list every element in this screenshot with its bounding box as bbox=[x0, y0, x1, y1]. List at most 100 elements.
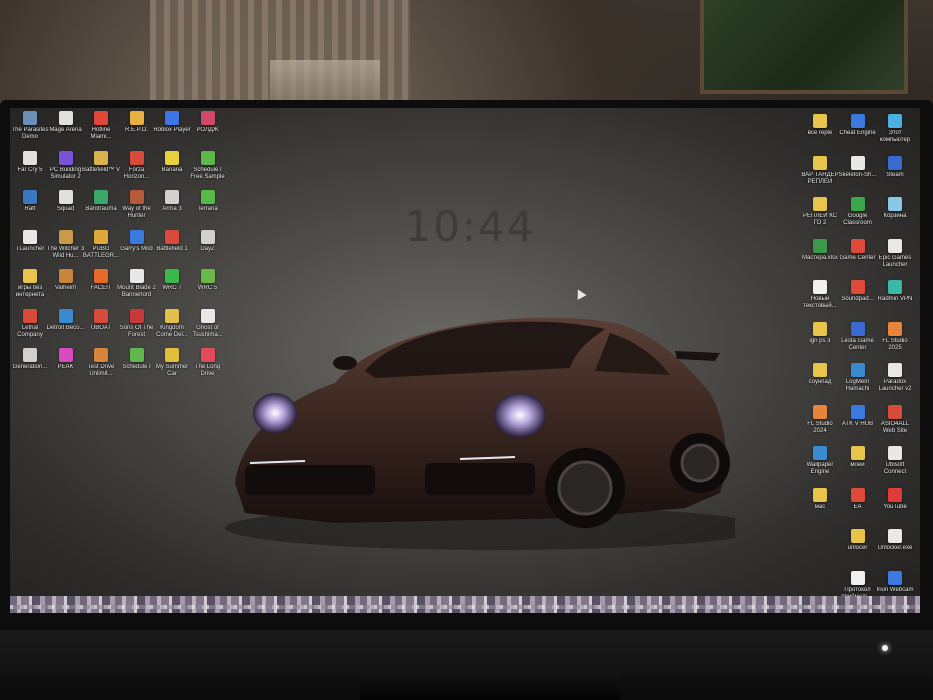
desktop-shortcut[interactable]: Detroit Beco... bbox=[46, 308, 86, 332]
desktop-shortcut[interactable]: Far Cry 5 bbox=[10, 150, 50, 174]
shortcut-label: Новый текстовый... bbox=[803, 296, 837, 309]
desktop-shortcut[interactable]: TLauncher bbox=[10, 229, 50, 253]
desktop-shortcut[interactable]: UBOAT bbox=[81, 308, 121, 332]
desktop-shortcut[interactable]: Skeleton-Sh... bbox=[838, 155, 878, 179]
app-icon bbox=[850, 404, 865, 419]
desktop-shortcut[interactable]: Wallpaper Engine bbox=[800, 446, 840, 476]
desktop-shortcut[interactable]: моей bbox=[838, 446, 878, 469]
desktop-shortcut[interactable]: Test Drive Unlimit... bbox=[81, 348, 121, 378]
desktop-shortcut[interactable]: Mount Blade 2 Bannerlord bbox=[117, 269, 157, 299]
desktop-shortcut[interactable]: РЕПЛЕИ КС ГО 2 bbox=[800, 197, 840, 227]
desktop-shortcut[interactable]: Way of the Hunter bbox=[117, 190, 157, 220]
desktop-shortcut[interactable]: Battlefield 1 bbox=[152, 229, 192, 253]
desktop-shortcut[interactable]: Battlefield™ V bbox=[81, 150, 121, 174]
desktop-shortcut[interactable]: LogMeIn Hamachi bbox=[838, 363, 878, 393]
desktop-shortcut[interactable]: WRC 7 bbox=[152, 269, 192, 292]
desktop-shortcut[interactable]: Squad bbox=[46, 190, 86, 213]
shortcut-label: The Witcher 3 Wild Hu... bbox=[46, 245, 85, 259]
desktop-shortcut[interactable]: Garry's Mod bbox=[117, 229, 157, 253]
desktop-shortcut[interactable]: YouTube bbox=[875, 487, 915, 511]
desktop-shortcut[interactable]: ASIO4ALL Web Site bbox=[875, 404, 915, 435]
game-icon bbox=[200, 269, 215, 283]
desktop-shortcut[interactable]: Banana bbox=[152, 150, 192, 174]
app-icon bbox=[888, 363, 902, 377]
desktop-shortcut[interactable]: FL Studio 2025 bbox=[875, 321, 915, 352]
shortcut-label: PUBG BATTLEGR... bbox=[82, 245, 120, 259]
game-icon bbox=[165, 348, 179, 362]
desktop-shortcut[interactable]: EA bbox=[838, 487, 878, 511]
desktop-shortcut[interactable]: Radmin VPN bbox=[875, 280, 915, 303]
desktop-shortcut[interactable]: Корзина bbox=[875, 197, 915, 220]
desktop-shortcut[interactable]: WRC 5 bbox=[188, 269, 228, 292]
desktop-shortcut[interactable]: The Long Drive bbox=[188, 348, 228, 378]
desktop-shortcut[interactable]: Kingdom Come Del... bbox=[152, 308, 192, 339]
desktop-shortcut[interactable]: Barotrauma bbox=[81, 190, 121, 213]
shortcut-label: Корзина bbox=[883, 213, 907, 219]
desktop-shortcut[interactable]: Новый текстовый... bbox=[800, 280, 840, 310]
desktop-shortcut[interactable]: Sons Of The Forest bbox=[117, 308, 157, 339]
desktop-shortcut[interactable]: PUBG BATTLEGR... bbox=[81, 229, 121, 260]
desktop-shortcut[interactable]: соунпад bbox=[800, 363, 840, 386]
desktop-shortcut[interactable]: Soundpad... bbox=[838, 280, 878, 303]
desktop-shortcut[interactable]: Valheim bbox=[46, 269, 86, 292]
desktop-shortcut[interactable]: мас bbox=[800, 487, 840, 511]
desktop-shortcut[interactable]: Этот компьютер bbox=[875, 114, 915, 144]
desktop-shortcut[interactable]: Ubisoft Connect bbox=[875, 446, 915, 476]
game-icon bbox=[94, 348, 108, 362]
desktop-shortcut[interactable]: Roblox Player bbox=[152, 111, 192, 134]
desktop-shortcut[interactable]: Forza Horizon... bbox=[117, 150, 157, 181]
shortcut-label: Cheat Engine bbox=[839, 130, 876, 136]
desktop-shortcut[interactable]: unlocer bbox=[838, 529, 878, 552]
desktop-shortcut[interactable]: PC Building Simulator 2 bbox=[46, 150, 86, 181]
desktop-shortcut[interactable]: Lesta Game Center bbox=[838, 321, 878, 352]
desktop-shortcut[interactable]: Hotline Miami... bbox=[81, 111, 121, 141]
game-icon bbox=[94, 308, 108, 323]
desktop-shortcut[interactable]: FACEIT bbox=[81, 269, 121, 292]
file-icon bbox=[850, 570, 865, 585]
desktop-shortcut[interactable]: The Parasites Demo bbox=[10, 111, 50, 141]
desktop-shortcut[interactable]: РОЛДЖ bbox=[188, 111, 228, 134]
desktop-shortcut[interactable]: Google Classroom bbox=[838, 197, 878, 227]
app-icon bbox=[850, 155, 865, 170]
desktop-shortcut[interactable]: Cheat Engine bbox=[838, 114, 878, 137]
shortcut-label: Schedule I Free Sample bbox=[190, 166, 225, 180]
desktop-shortcut[interactable]: Mage Arena bbox=[46, 111, 86, 134]
shortcut-label: The Parasites Demo bbox=[11, 127, 49, 140]
desktop-shortcut[interactable]: Generation... bbox=[10, 348, 50, 371]
desktop-shortcut[interactable]: The Witcher 3 Wild Hu... bbox=[46, 229, 86, 260]
desktop-shortcut[interactable]: Arma 3 bbox=[152, 190, 192, 213]
app-icon bbox=[813, 446, 827, 460]
desktop-shortcut[interactable]: ВАР ТАНДЕР РЕПЛЕИ bbox=[800, 155, 840, 186]
desktop-shortcut[interactable]: Unlocker.exe bbox=[875, 529, 915, 552]
desktop-shortcut[interactable]: Iriun Webcam bbox=[875, 570, 915, 594]
shortcut-label: ВАР ТАНДЕР РЕПЛЕИ bbox=[801, 171, 839, 185]
desktop-shortcut[interactable]: R.E.P.O. bbox=[117, 111, 157, 134]
desktop-shortcut[interactable]: ATK V HUB bbox=[838, 404, 878, 428]
desktop-shortcut[interactable]: все reple bbox=[800, 114, 840, 137]
desktop-shortcut[interactable]: Game Center bbox=[838, 238, 878, 262]
app-icon bbox=[850, 238, 865, 253]
folder-icon bbox=[850, 529, 865, 543]
desktop-shortcut[interactable]: Epic Games Launcher bbox=[875, 238, 915, 269]
desktop-shortcut[interactable]: PEAK bbox=[46, 348, 86, 371]
desktop-shortcut[interactable]: Terraria bbox=[188, 190, 228, 213]
game-icon bbox=[129, 308, 144, 323]
shortcut-label: Far Cry 5 bbox=[17, 166, 43, 173]
desktop-shortcut[interactable]: igri ps 3 bbox=[800, 321, 840, 345]
shortcut-label: Мастера.xlsx bbox=[801, 254, 839, 261]
desktop-shortcut[interactable]: Ghost of Tsushima... bbox=[188, 308, 228, 339]
desktop-shortcut[interactable]: DayZ bbox=[188, 229, 228, 253]
desktop-shortcut[interactable]: Мастера.xlsx bbox=[800, 238, 840, 262]
shortcut-label: EA bbox=[853, 503, 862, 510]
desktop-shortcut[interactable]: игры без интернета bbox=[10, 269, 50, 299]
desktop-shortcut[interactable]: Lethal Company bbox=[10, 308, 50, 339]
game-icon bbox=[23, 150, 37, 165]
app-icon bbox=[888, 570, 902, 585]
desktop-shortcut[interactable]: Raft bbox=[10, 190, 50, 213]
desktop-shortcut[interactable]: FL Studio 2024 bbox=[800, 404, 840, 435]
desktop-shortcut[interactable]: Steam bbox=[875, 155, 915, 179]
desktop-shortcut[interactable]: Paradox Launcher v2 bbox=[875, 363, 915, 393]
desktop-shortcut[interactable]: My Summer Car bbox=[152, 348, 192, 378]
desktop-shortcut[interactable]: Schedule I bbox=[117, 348, 157, 371]
desktop-shortcut[interactable]: Schedule I Free Sample bbox=[188, 150, 228, 181]
